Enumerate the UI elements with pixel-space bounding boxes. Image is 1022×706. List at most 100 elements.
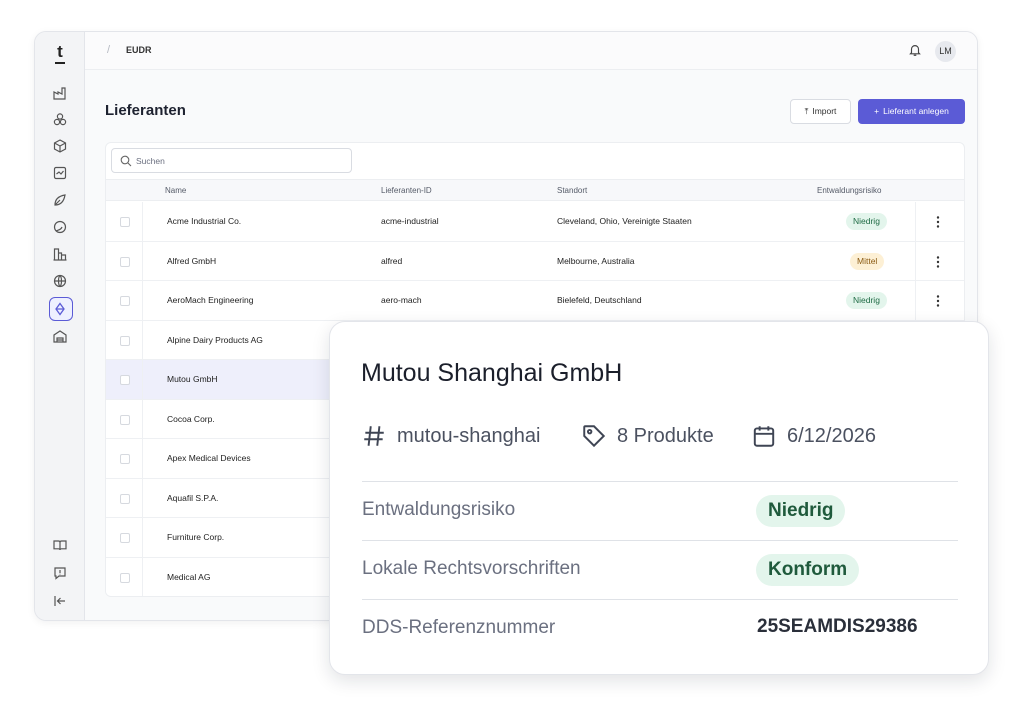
logo: t: [52, 42, 68, 64]
more-options-icon[interactable]: [932, 214, 944, 230]
detail-products-text: 8 Produkte: [617, 424, 714, 447]
detail-title: Mutou Shanghai GmbH: [361, 359, 623, 387]
row-checkbox[interactable]: [120, 454, 130, 464]
supplier-name: Aquafil S.P.A.: [167, 492, 219, 503]
table-header: Name Lieferanten-ID Standort Entwaldungs…: [106, 179, 964, 201]
leaf-icon[interactable]: [52, 192, 68, 208]
row-divider: [915, 241, 916, 280]
globe-swirl-icon[interactable]: [52, 219, 68, 235]
supplier-location: Cleveland, Ohio, Vereinigte Staaten: [557, 216, 692, 226]
header-deforestation-risk[interactable]: Entwaldungsrisiko: [817, 186, 881, 195]
supplier-network-icon[interactable]: [52, 301, 68, 317]
supplier-id: acme-industrial: [381, 216, 439, 226]
calendar-icon: [753, 426, 775, 447]
tag-icon: [583, 425, 606, 448]
more-options-icon[interactable]: [932, 254, 944, 270]
risk-badge: Mittel: [850, 252, 885, 270]
detail-label: DDS-Referenznummer: [362, 617, 556, 638]
header-name[interactable]: Name: [165, 186, 186, 195]
row-checkbox[interactable]: [120, 493, 130, 504]
buildings-icon[interactable]: [52, 246, 68, 262]
row-checkbox[interactable]: [120, 256, 130, 267]
collapse-icon[interactable]: [52, 593, 68, 609]
row-checkbox[interactable]: [120, 217, 130, 227]
globe-icon[interactable]: [52, 273, 68, 289]
row-divider: [142, 518, 143, 557]
supplier-id: alfred: [381, 255, 403, 266]
box-icon[interactable]: [52, 138, 68, 154]
row-checkbox[interactable]: [120, 572, 130, 583]
warehouse-icon[interactable]: [52, 328, 68, 344]
bell-icon[interactable]: [908, 43, 922, 57]
topbar: / EUDR LM: [85, 32, 977, 70]
header-location[interactable]: Standort: [557, 186, 587, 195]
row-divider: [142, 557, 143, 596]
supplier-name: AeroMach Engineering: [167, 295, 254, 305]
detail-label: Entwaldungsrisiko: [362, 499, 516, 520]
import-button-label: Import: [812, 106, 837, 116]
supplier-name: Acme Industrial Co.: [167, 216, 242, 226]
breadcrumb[interactable]: EUDR: [126, 45, 152, 55]
row-checkbox[interactable]: [120, 375, 130, 385]
search-box: [111, 148, 352, 173]
detail-label: Lokale Rechtsvorschriften: [362, 558, 581, 579]
row-divider: [142, 360, 143, 399]
risk-badge: Niedrig: [846, 213, 887, 230]
sidebar: t: [35, 32, 85, 620]
chat-icon[interactable]: [52, 565, 68, 581]
row-checkbox[interactable]: [120, 335, 130, 346]
supplier-name: Cocoa Corp.: [167, 413, 215, 424]
supplier-name: Mutou GmbH: [167, 374, 218, 384]
supplier-location: Bielefeld, Deutschland: [557, 295, 642, 305]
row-checkbox[interactable]: [120, 296, 130, 306]
row-divider: [142, 281, 143, 320]
row-divider: [142, 478, 143, 517]
supplier-location: Melbourne, Australia: [557, 255, 635, 266]
avatar[interactable]: LM: [935, 41, 956, 62]
dds-reference-number: 25SEAMDIS29386: [757, 616, 918, 637]
compliance-status-badge: Konform: [756, 554, 860, 586]
cubes-icon[interactable]: [52, 111, 68, 127]
supplier-name: Medical AG: [167, 571, 211, 582]
header-supplier-id[interactable]: Lieferanten-ID: [381, 186, 432, 195]
detail-slug-text: mutou-shanghai: [397, 424, 541, 447]
chart-icon[interactable]: [52, 165, 68, 181]
add-supplier-label: Lieferant anlegen: [883, 106, 949, 116]
risk-status-badge: Niedrig: [756, 495, 846, 527]
import-button[interactable]: ⤒ Import: [790, 99, 851, 124]
plus-icon: +: [874, 106, 880, 116]
supplier-name: Alpine Dairy Products AG: [167, 334, 263, 345]
row-divider: [142, 241, 143, 280]
book-icon[interactable]: [52, 537, 68, 553]
supplier-id: aero-mach: [381, 295, 422, 305]
detail-date: 6/12/2026: [751, 421, 876, 451]
upload-icon: ⤒: [804, 106, 809, 116]
search-icon: [120, 155, 132, 167]
table-row[interactable]: Acme Industrial Co. acme-industrial Clev…: [106, 202, 964, 242]
row-divider: [915, 202, 916, 241]
factory-icon[interactable]: [52, 85, 68, 101]
breadcrumb-separator: /: [107, 44, 111, 56]
row-checkbox[interactable]: [120, 414, 130, 425]
detail-products: 8 Produkte: [581, 421, 714, 451]
supplier-name: Furniture Corp.: [167, 532, 225, 542]
search-input[interactable]: [136, 152, 336, 170]
supplier-name: Apex Medical Devices: [167, 453, 251, 463]
table-row[interactable]: Alfred GmbH alfred Melbourne, Australia …: [106, 241, 964, 281]
divider: [362, 481, 958, 482]
detail-slug: mutou-shanghai: [361, 421, 540, 451]
row-divider: [915, 281, 916, 320]
hash-icon: [364, 426, 384, 446]
detail-date-text: 6/12/2026: [787, 424, 876, 447]
row-divider: [142, 320, 143, 359]
row-checkbox[interactable]: [120, 533, 130, 543]
risk-badge: Niedrig: [846, 292, 887, 309]
supplier-name: Alfred GmbH: [167, 255, 217, 266]
row-divider: [142, 439, 143, 478]
divider: [362, 599, 958, 600]
row-divider: [142, 399, 143, 438]
more-options-icon[interactable]: [932, 293, 944, 309]
add-supplier-button[interactable]: + Lieferant anlegen: [858, 99, 965, 124]
supplier-detail-card: Mutou Shanghai GmbH mutou-shanghai 8 Pro…: [329, 321, 989, 675]
table-row[interactable]: AeroMach Engineering aero-mach Bielefeld…: [106, 281, 964, 321]
